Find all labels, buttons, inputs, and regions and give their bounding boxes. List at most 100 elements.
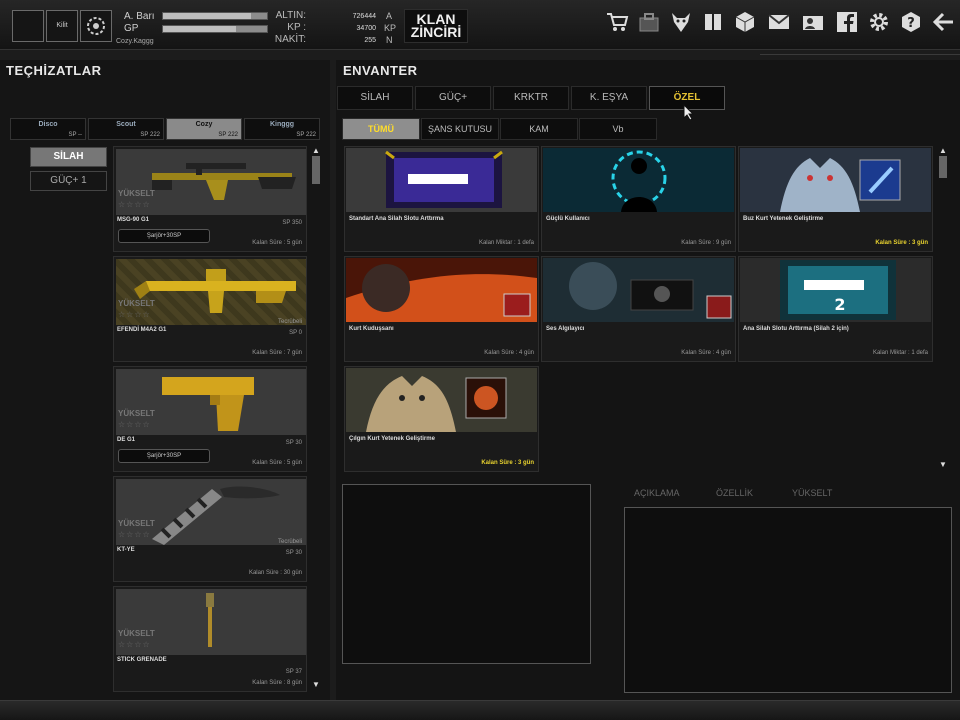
item-name: Buz Kurt Yetenek Geliştirme — [743, 216, 824, 222]
item-image: 2 — [740, 258, 931, 322]
emblem-icon — [87, 17, 105, 35]
category-silah[interactable]: SİLAH — [30, 147, 107, 167]
subtab-vb[interactable]: Vb — [579, 118, 657, 140]
tab-aciklama[interactable]: AÇIKLAMA — [634, 488, 680, 498]
item-remaining: Kalan Süre : 4 gün — [484, 350, 534, 356]
box-icon[interactable] — [732, 10, 758, 36]
upgrade-stars: ☆☆☆☆ — [118, 530, 151, 539]
scroll-thumb[interactable] — [312, 156, 320, 184]
equip-remaining: Kalan Süre : 5 gün — [252, 240, 302, 246]
upgrade-stars: ☆☆☆☆ — [118, 310, 151, 319]
equip-card-stick-grenade[interactable]: YÜKSELT ☆☆☆☆ STICK GRENADE SP 37 Kalan S… — [113, 586, 307, 692]
scroll-up-arrow-icon[interactable]: ▲ — [939, 146, 947, 155]
scroll-down-arrow-icon[interactable]: ▼ — [312, 680, 320, 689]
tab-k-esya[interactable]: K. EŞYA — [571, 86, 647, 110]
nakit-label: NAKİT: — [274, 34, 306, 45]
inventory-item[interactable]: Buz Kurt Yetenek Geliştirme Kalan Süre :… — [738, 146, 933, 252]
item-preview-box — [342, 484, 591, 664]
equip-tag: Tecrübeli — [277, 319, 302, 325]
svg-text:?: ? — [907, 16, 915, 31]
kp-unit: KP — [384, 23, 397, 33]
item-name: Çılgın Kurt Yetenek Geliştirme — [349, 436, 435, 442]
gear-icon[interactable] — [866, 10, 892, 36]
inventory-item[interactable]: Güçlü Kullanıcı Kalan Süre : 9 gün — [541, 146, 736, 252]
friends-icon[interactable] — [800, 10, 826, 36]
char-tab-kinggg[interactable]: Kinggg SP 222 — [244, 118, 320, 140]
scroll-down-arrow-icon[interactable]: ▼ — [939, 460, 947, 469]
cart-icon[interactable] — [604, 10, 630, 36]
item-name: Güçlü Kullanıcı — [546, 216, 590, 222]
mail-icon[interactable] — [766, 10, 792, 36]
inventory-item[interactable]: Kurt Kuduşsanı Kalan Süre : 4 gün — [344, 256, 539, 362]
nakit-value: 255 — [364, 37, 376, 44]
sarjor-button[interactable]: Şarjör+30SP — [118, 229, 210, 243]
avatar-slot[interactable] — [12, 10, 44, 42]
char-tab-cozy[interactable]: Cozy SP 222 — [166, 118, 242, 140]
inventory-item[interactable]: Standart Ana Silah Slotu Arttırma Kalan … — [344, 146, 539, 252]
scroll-up-arrow-icon[interactable]: ▲ — [312, 146, 320, 155]
facebook-icon[interactable] — [834, 10, 860, 36]
subtab-sans-kutusu[interactable]: ŞANS KUTUSU — [421, 118, 499, 140]
inventory-scrollbar[interactable]: ▲ ▼ — [938, 146, 948, 476]
item-name: Standart Ana Silah Slotu Arttırma — [349, 216, 444, 222]
equip-card-ktye[interactable]: YÜKSELT ☆☆☆☆ KT-YE Tecrübeli SP 30 Kalan… — [113, 476, 307, 582]
book-icon[interactable] — [700, 10, 726, 36]
item-name: Ana Silah Slotu Arttırma (Silah 2 için) — [743, 326, 849, 332]
subtab-tumu[interactable]: TÜMÜ — [342, 118, 420, 140]
klan-zinciri-button[interactable]: KLAN ZİNCİRİ — [404, 9, 468, 43]
category-guc[interactable]: GÜÇ+ 1 — [30, 171, 107, 191]
tab-yukselt[interactable]: YÜKSELT — [792, 488, 832, 498]
upgrade-stars: ☆☆☆☆ — [118, 640, 151, 649]
item-image — [346, 258, 537, 322]
back-arrow-icon[interactable] — [930, 10, 956, 36]
inventory-title: ENVANTER — [343, 63, 418, 78]
clan-emblem[interactable] — [80, 10, 112, 42]
tab-guc[interactable]: GÜÇ+ — [415, 86, 491, 110]
help-icon[interactable]: ? — [898, 10, 924, 36]
inventory-item[interactable]: Çılgın Kurt Yetenek Geliştirme Kalan Sür… — [344, 366, 539, 472]
klan-line2: ZİNCİRİ — [410, 24, 462, 40]
equip-card-msg90[interactable]: YÜKSELT ☆☆☆☆ MSG-90 G1 SP 350 Şarjör+30S… — [113, 146, 307, 252]
inventory-item[interactable]: 2 Ana Silah Slotu Arttırma (Silah 2 için… — [738, 256, 933, 362]
sarjor-button[interactable]: Şarjör+30SP — [118, 449, 210, 463]
item-remaining: Kalan Miktar : 1 defa — [478, 240, 534, 246]
equip-card-de[interactable]: YÜKSELT ☆☆☆☆ DE G1 SP 30 Şarjör+30SP Kal… — [113, 366, 307, 472]
equip-sp: SP 350 — [282, 220, 302, 226]
equipment-scrollbar[interactable]: ▲ ▼ — [311, 146, 321, 694]
upgrade-stars: ☆☆☆☆ — [118, 200, 151, 209]
inventory-item[interactable]: Ses Algılayıcı Kalan Süre : 4 gün — [541, 256, 736, 362]
tab-krktr[interactable]: KRKTR — [493, 86, 569, 110]
altin-label: ALTIN: — [275, 10, 306, 21]
equip-remaining: Kalan Süre : 5 gün — [252, 460, 302, 466]
equip-tag: Tecrübeli — [277, 539, 302, 545]
scroll-thumb[interactable] — [939, 156, 947, 178]
lock-button[interactable]: Kilit — [46, 10, 78, 42]
kp-label: KP : — [287, 22, 306, 33]
crazy-wolf-icon — [346, 368, 537, 432]
char-tab-scout[interactable]: Scout SP 222 — [88, 118, 164, 140]
wolf-icon[interactable] — [668, 10, 694, 36]
subtab-kam[interactable]: KAM — [500, 118, 578, 140]
weapon-slot-icon — [346, 148, 537, 212]
equip-sp: SP 30 — [285, 550, 302, 556]
sound-detector-icon — [543, 258, 734, 322]
equip-remaining: Kalan Süre : 7 gün — [252, 350, 302, 356]
bag-icon[interactable] — [636, 10, 662, 36]
char-tab-disco[interactable]: Disco SP -- — [10, 118, 86, 140]
equip-name: KT-YE — [117, 547, 135, 553]
user-name: A. Barı — [124, 11, 155, 22]
equip-sp: SP 37 — [285, 669, 302, 675]
equip-remaining: Kalan Süre : 8 gün — [252, 680, 302, 686]
kp-value: 34700 — [356, 25, 376, 32]
equip-name: DE G1 — [117, 437, 136, 443]
character-name: Cozy.Kaggg — [116, 38, 154, 45]
tab-silah[interactable]: SİLAH — [337, 86, 413, 110]
item-image — [346, 148, 537, 212]
equip-name: STICK GRENADE — [117, 657, 167, 663]
equip-card-m4a2[interactable]: YÜKSELT ☆☆☆☆ EFENDİ M4A2 G1 Tecrübeli SP… — [113, 256, 307, 362]
ice-wolf-icon — [740, 148, 931, 212]
altin-value: 726444 — [352, 13, 376, 20]
tab-ozellik[interactable]: ÖZELLİK — [716, 488, 753, 498]
item-remaining: Kalan Süre : 4 gün — [681, 350, 731, 356]
top-bar: Kilit A. Barı GP Cozy.Kaggg ALTIN: KP : … — [0, 0, 960, 50]
